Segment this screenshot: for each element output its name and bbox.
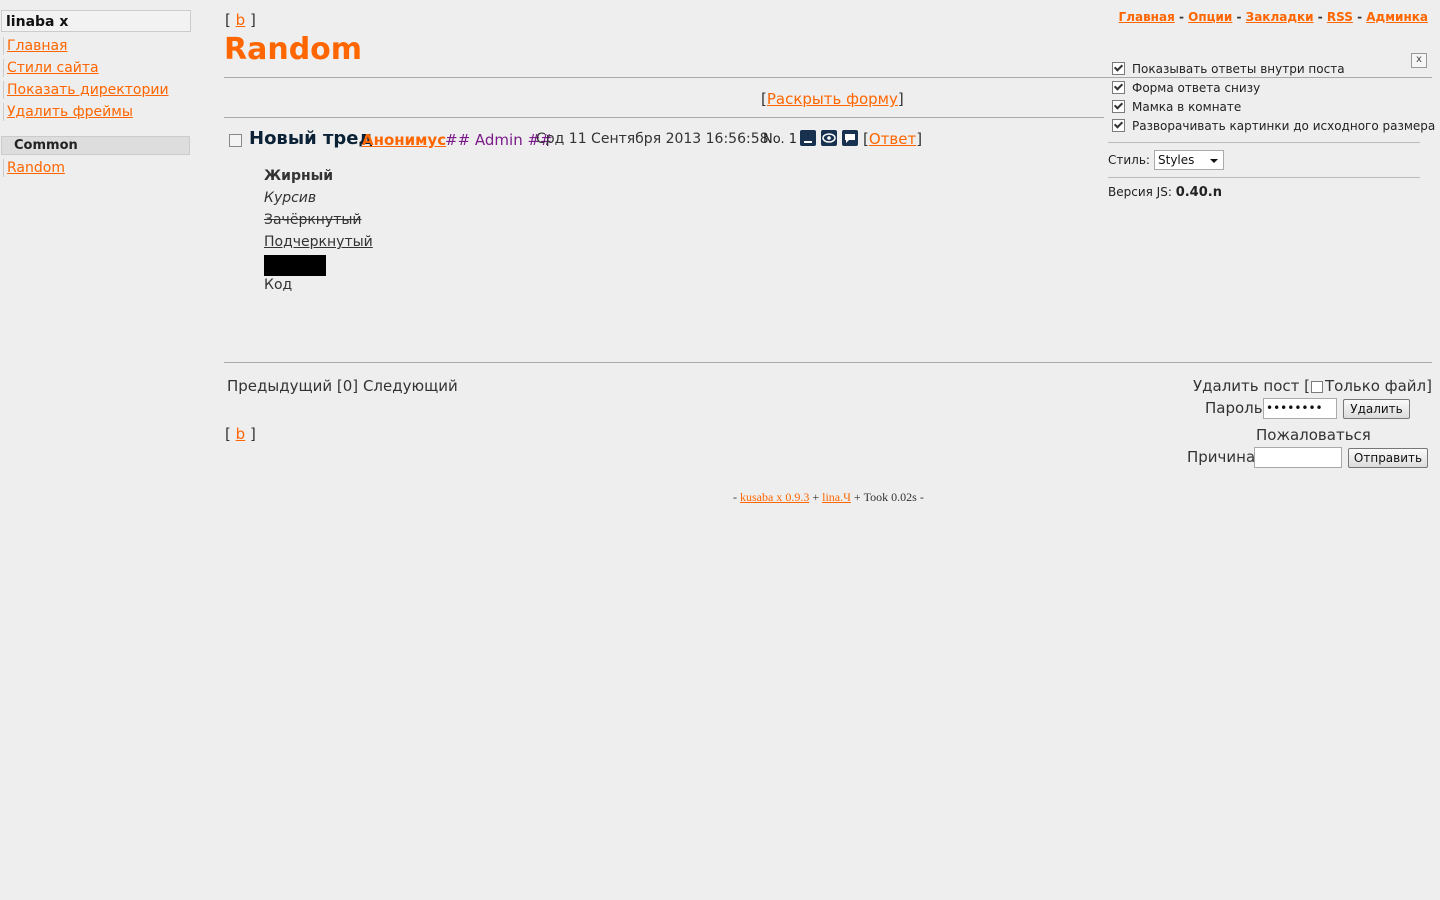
sidebar-link-directories[interactable]: Показать директории: [3, 81, 169, 99]
footer-dash: -: [733, 490, 740, 504]
reply-bracket: [Ответ]: [863, 130, 923, 148]
version-row: Версия JS: 0.40.n: [1108, 185, 1222, 200]
board-nav-top: [ b ]: [225, 11, 256, 29]
post-date: Срд 11 Сентября 2013 16:56:58: [536, 131, 769, 147]
board-title: Random: [224, 32, 363, 67]
bracket-close: ]: [249, 425, 256, 443]
text-italic: Курсив: [264, 190, 317, 206]
footer-plus: +: [809, 490, 823, 504]
footer-kusaba-link[interactable]: kusaba x 0.9.3: [740, 490, 809, 504]
option-show-replies[interactable]: Показывать ответы внутри поста: [1112, 60, 1345, 78]
top-navigation: Главная - Опции - Закладки - RSS - Админ…: [1119, 10, 1428, 24]
only-file-checkbox[interactable]: [1310, 381, 1323, 393]
option-expand-images[interactable]: Разворачивать картинки до исходного разм…: [1112, 117, 1435, 135]
footer-took: + Took 0.02s -: [850, 490, 924, 504]
top-link-rss[interactable]: RSS: [1327, 10, 1353, 24]
sidebar-link-styles[interactable]: Стили сайта: [3, 59, 99, 77]
separator: -: [1232, 10, 1246, 24]
password-input[interactable]: ••••••••: [1263, 398, 1337, 419]
sidebar-board-random[interactable]: Random: [3, 159, 65, 177]
text-bold: Жирный: [264, 168, 334, 184]
footer-lina-link[interactable]: lina.Ч: [822, 490, 851, 504]
expand-form: [Раскрыть форму]: [761, 90, 904, 108]
sidebar-frame: linaba x Главная Стили сайта Показать ди…: [0, 0, 200, 900]
bracket-open: [: [225, 11, 231, 29]
checkbox-expand-images[interactable]: [1112, 119, 1125, 132]
style-label: Стиль:: [1108, 153, 1150, 167]
separator: -: [1313, 10, 1327, 24]
sidebar-title: linaba x: [1, 10, 191, 32]
post-number[interactable]: No. 1: [763, 132, 797, 147]
delete-label: Удалить пост [: [1193, 377, 1310, 395]
pager-prev: Предыдущий: [227, 377, 333, 395]
board-link-b[interactable]: b: [236, 11, 246, 29]
hide-icon[interactable]: [800, 130, 816, 146]
thread-header: Новый тред Анонимус ## Admin ## Срд 11 С…: [228, 128, 1088, 158]
option-label: Мамка в комнате: [1132, 100, 1242, 114]
style-select-value: Styles: [1158, 153, 1195, 167]
bracket-close: ]: [249, 11, 256, 29]
pager: Предыдущий [0] Следующий: [227, 377, 458, 395]
top-link-bookmarks[interactable]: Закладки: [1246, 10, 1314, 24]
expand-form-link[interactable]: Раскрыть форму: [767, 90, 898, 108]
version-label: Версия JS:: [1108, 185, 1172, 199]
checkbox-mom-in-room[interactable]: [1112, 100, 1125, 113]
quick-reply-icon[interactable]: [842, 130, 858, 146]
post-select-checkbox[interactable]: [229, 134, 242, 147]
close-icon[interactable]: x: [1411, 53, 1427, 68]
separator: -: [1174, 10, 1189, 24]
sidebar-link-remove-frames[interactable]: Удалить фреймы: [3, 103, 133, 121]
only-file-label: Только файл]: [1324, 377, 1432, 395]
send-report-button[interactable]: Отправить: [1348, 448, 1428, 468]
post-subject: Новый тред: [249, 128, 374, 149]
text-underline: Подчеркнутый: [264, 234, 373, 250]
top-link-options[interactable]: Опции: [1188, 10, 1232, 24]
separator: -: [1352, 10, 1367, 24]
sidebar-link-home[interactable]: Главная: [3, 37, 67, 55]
checkbox-show-replies[interactable]: [1112, 62, 1125, 75]
divider: [224, 362, 1432, 363]
style-select[interactable]: Styles: [1154, 150, 1224, 170]
divider: [224, 117, 1104, 118]
chevron-down-icon: [1210, 159, 1218, 163]
post-author[interactable]: Анонимус: [362, 131, 446, 149]
option-form-bottom[interactable]: Форма ответа снизу: [1112, 79, 1260, 97]
footer: - kusaba x 0.9.3 + lina.Ч + Took 0.02s -: [733, 490, 924, 505]
settings-divider: [1108, 142, 1420, 143]
pager-next: Следующий: [362, 377, 458, 395]
option-label: Показывать ответы внутри поста: [1132, 62, 1345, 76]
style-row: Стиль: Styles: [1108, 150, 1224, 170]
top-link-home[interactable]: Главная: [1119, 10, 1175, 24]
checkbox-form-bottom[interactable]: [1112, 81, 1125, 94]
bracket-open: [: [225, 425, 231, 443]
settings-divider: [1108, 177, 1420, 178]
option-mom-in-room[interactable]: Мамка в комнате: [1112, 98, 1241, 116]
reason-input[interactable]: [1254, 447, 1342, 468]
sidebar-category-common[interactable]: Common: [1, 136, 190, 155]
board-nav-bottom: [ b ]: [225, 425, 256, 443]
reply-link[interactable]: Ответ: [869, 130, 916, 148]
board-link-b[interactable]: b: [236, 425, 246, 443]
text-code: Код: [264, 277, 293, 293]
top-link-admin[interactable]: Админка: [1366, 10, 1428, 24]
delete-button[interactable]: Удалить: [1343, 399, 1410, 419]
option-label: Форма ответа снизу: [1132, 81, 1261, 95]
version-value: 0.40.n: [1175, 185, 1222, 200]
password-label: Пароль: [1205, 399, 1263, 417]
watch-icon[interactable]: [821, 130, 837, 146]
spoiler-block[interactable]: [264, 255, 326, 276]
reason-label: Причина: [1187, 448, 1256, 466]
pager-current: [0]: [336, 377, 359, 395]
report-label: Пожаловаться: [1256, 426, 1371, 444]
option-label: Разворачивать картинки до исходного разм…: [1132, 119, 1436, 133]
text-strike: Зачёркнутый: [264, 212, 362, 228]
delete-row: Удалить пост [ Только файл]: [1193, 377, 1432, 395]
